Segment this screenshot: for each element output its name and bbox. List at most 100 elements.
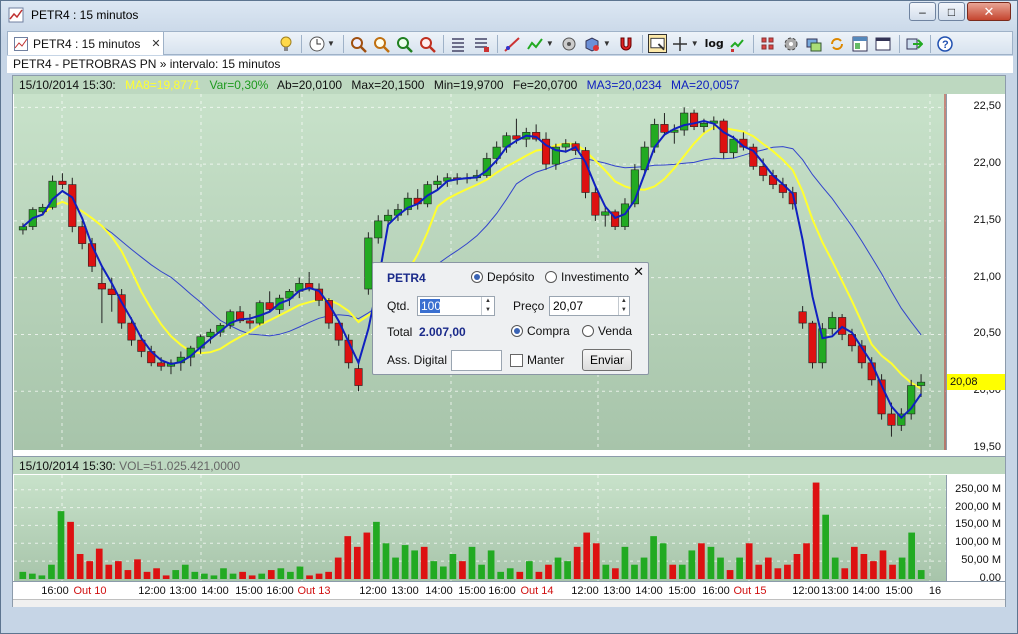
cube-icon[interactable]	[583, 34, 602, 53]
candle	[403, 192, 412, 216]
radio-compra[interactable]: Compra	[511, 324, 570, 338]
volume-bar	[889, 564, 896, 579]
volume-bar	[172, 570, 180, 579]
maximize-button[interactable]: □	[938, 2, 965, 21]
volume-bar	[602, 564, 610, 579]
tab-chart[interactable]: PETR4 : 15 minutos ✕	[8, 32, 164, 55]
candle	[166, 359, 176, 375]
zoom-fit-icon[interactable]	[395, 34, 414, 53]
volume-bar	[764, 557, 772, 579]
preco-spin-arrows[interactable]: ▲ ▼	[617, 297, 629, 315]
toolbar-separator	[898, 34, 900, 53]
radio-deposito[interactable]: Depósito	[471, 270, 534, 284]
sync-icon[interactable]	[828, 34, 847, 53]
zoom-reset-icon[interactable]	[418, 34, 437, 53]
preco-spinner[interactable]: ▲▼	[549, 296, 630, 316]
toolbar-separator	[641, 34, 643, 53]
layers-icon[interactable]	[805, 34, 824, 53]
price-axis[interactable]: 22,50 22,00 21,50 21,00 20,50 20,00 19,50 20,08	[946, 94, 1005, 453]
volume-bar	[105, 564, 113, 579]
volume-bar	[545, 564, 552, 579]
time-axis-date-label: Out 13	[297, 585, 331, 597]
qtd-input[interactable]	[420, 299, 440, 313]
volume-bar	[707, 546, 715, 579]
list-alt-icon[interactable]	[472, 34, 491, 53]
zoom-in-icon[interactable]	[349, 34, 368, 53]
close-icon: ✕	[983, 3, 995, 19]
qtd-spin-arrows[interactable]: ▲ ▼	[481, 297, 494, 315]
volume-bar	[688, 550, 696, 579]
volume-bar	[344, 536, 352, 579]
magnet-icon[interactable]	[617, 34, 636, 53]
volume-bar	[459, 561, 466, 579]
candle	[374, 215, 383, 244]
trade-icon[interactable]	[728, 34, 747, 53]
dropdown-caret-icon[interactable]: ▼	[603, 39, 611, 48]
log-scale-icon[interactable]: log	[705, 34, 724, 53]
candle	[749, 143, 758, 170]
candle	[897, 408, 906, 431]
ass-digital-field[interactable]	[451, 350, 502, 371]
volume-bar	[812, 482, 820, 579]
spin-up-icon[interactable]: ▲	[619, 297, 629, 306]
zoom-out-icon[interactable]	[372, 34, 391, 53]
minimize-button[interactable]: –	[909, 2, 936, 21]
candle-down	[591, 192, 600, 216]
title-bar[interactable]: PETR4 : 15 minutos – □ ✕	[1, 1, 1017, 29]
close-window-button[interactable]: ✕	[967, 2, 1011, 21]
volume-bar	[382, 543, 390, 579]
candle-up	[561, 143, 570, 148]
radio-venda[interactable]: Venda	[582, 324, 632, 338]
volume-bar	[363, 532, 371, 579]
line-tool-icon[interactable]	[503, 34, 522, 53]
select-box-icon[interactable]	[647, 34, 667, 53]
spin-down-icon[interactable]: ▼	[482, 306, 494, 315]
dropdown-caret-icon[interactable]: ▼	[327, 39, 335, 48]
chart-toolbar: ▼ ▼ ▼ ▼ log?	[276, 34, 959, 53]
volume-bar	[229, 573, 237, 579]
radio-investimento[interactable]: Investimento	[545, 270, 629, 284]
toolbar-separator	[442, 34, 444, 53]
time-axis-label: 16:00	[41, 585, 69, 597]
spin-up-icon[interactable]: ▲	[482, 297, 494, 306]
tab-close-icon[interactable]: ✕	[151, 37, 160, 50]
candle	[117, 289, 126, 329]
clock-icon[interactable]	[307, 34, 326, 53]
layout-icon[interactable]	[851, 34, 870, 53]
dialog-ticker: PETR4	[387, 271, 426, 285]
time-axis[interactable]: 16:00 Out 10 12:00 13:00 14:00 15:00 16:00 Out …	[13, 581, 1005, 599]
volume-tick-label: 100,00 M	[955, 536, 1001, 549]
order-dialog: PETR4 ✕ Depósito Investimento Qtd. ▲▼ Pr…	[372, 262, 649, 375]
volume-bar	[554, 557, 562, 579]
dropdown-caret-icon[interactable]: ▼	[691, 39, 699, 48]
window-icon[interactable]	[874, 34, 893, 53]
preco-input[interactable]	[550, 297, 618, 315]
horizontal-scrollbar[interactable]	[13, 599, 1005, 607]
grid-icon[interactable]	[759, 34, 778, 53]
dialog-close-icon[interactable]: ✕	[633, 264, 644, 280]
lightbulb-icon[interactable]	[276, 34, 295, 53]
wheel-icon[interactable]	[560, 34, 579, 53]
candle	[127, 317, 136, 346]
settings-icon[interactable]	[782, 34, 801, 53]
time-axis-label: 16:00	[488, 585, 516, 597]
qtd-spinner[interactable]: ▲▼	[417, 296, 495, 316]
radio-dot	[545, 271, 557, 283]
log-label: log	[704, 37, 724, 50]
crosshair-icon[interactable]	[671, 34, 690, 53]
export-icon[interactable]	[905, 34, 924, 53]
time-axis-label: 15:00	[458, 585, 486, 597]
volume-bar	[650, 536, 657, 579]
help-icon[interactable]: ?	[936, 34, 955, 53]
dropdown-caret-icon[interactable]: ▼	[546, 39, 554, 48]
volume-bar	[726, 570, 734, 579]
enviar-button[interactable]: Enviar	[582, 349, 632, 371]
manter-checkbox[interactable]	[510, 354, 523, 367]
volume-panel[interactable]	[14, 475, 946, 581]
indicator-icon[interactable]	[526, 34, 545, 53]
volume-axis[interactable]: 250,00 M 200,00 M 150,00 M 100,00 M 50,00 M0…	[946, 475, 1005, 584]
spin-down-icon[interactable]: ▼	[619, 306, 629, 315]
candle	[611, 209, 620, 230]
list-icon[interactable]	[449, 34, 468, 53]
volume-bar	[908, 532, 916, 579]
